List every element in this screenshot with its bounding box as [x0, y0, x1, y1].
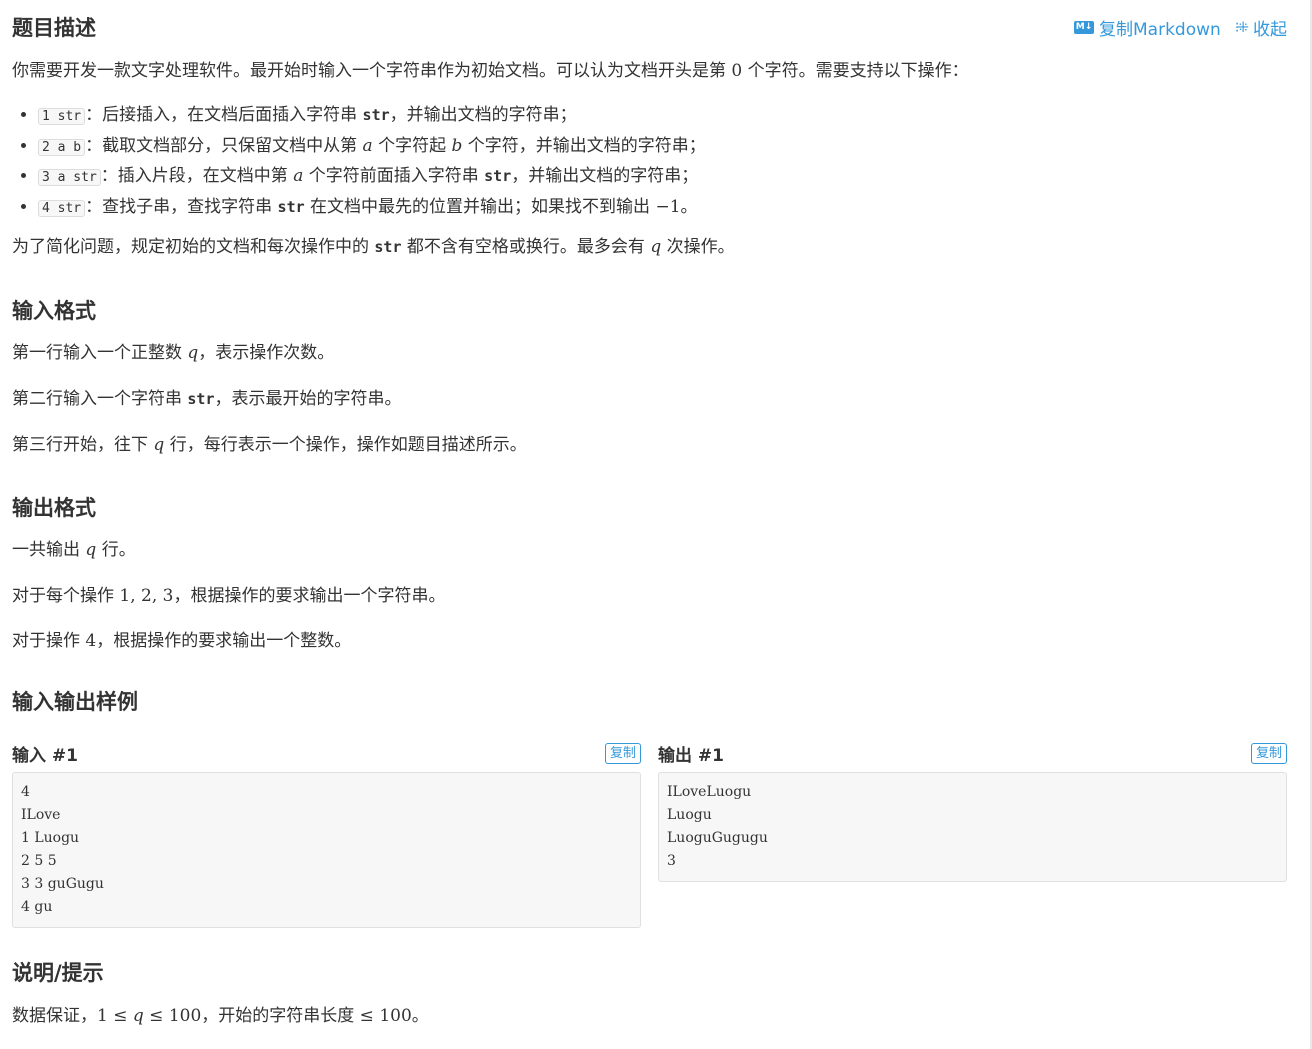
- input-format-title: 输入格式: [12, 299, 96, 323]
- list-item: 3 a str：插入片段，在文档中第 a 个字符前面插入字符串 str，并输出文…: [38, 162, 706, 193]
- sample-input-label: 输入 #1: [12, 745, 78, 766]
- operations-list: 1 str：后接插入，在文档后面插入字符串 str，并输出文档的字符串； 2 a…: [12, 101, 706, 223]
- copy-input-button[interactable]: 复制: [604, 742, 641, 764]
- samples-title: 输入输出样例: [12, 690, 138, 714]
- input-format-line: 第二行输入一个字符串 str，表示最开始的字符串。: [12, 389, 402, 409]
- input-format-line: 第三行开始，往下 q 行，每行表示一个操作，操作如题目描述所示。: [12, 435, 527, 455]
- description-note: 为了简化问题，规定初始的文档和每次操作中的 str 都不含有空格或换行。最多会有…: [12, 237, 735, 257]
- sample-input-box: 4 ILove 1 Luogu 2 5 5 3 3 guGugu 4 gu: [12, 772, 641, 928]
- sample-input-panel: 输入 #1 复制 4 ILove 1 Luogu 2 5 5 3 3 guGug…: [12, 740, 641, 928]
- output-format-line: 对于操作 4，根据操作的要求输出一个整数。: [12, 631, 352, 651]
- markdown-icon: M↓: [1074, 21, 1095, 34]
- sample-output-box: ILoveLuogu Luogu LuoguGugugu 3: [658, 772, 1287, 882]
- input-format-line: 第一行输入一个正整数 q，表示操作次数。: [12, 343, 335, 363]
- copy-output-button[interactable]: 复制: [1250, 742, 1287, 764]
- hint-text: 数据保证，1 ≤ q ≤ 100，开始的字符串长度 ≤ 100。: [12, 1006, 429, 1026]
- output-format-line: 一共输出 q 行。: [12, 540, 136, 560]
- toolbar: M↓ 复制Markdown ⁝⁜ 收起: [1074, 15, 1287, 40]
- output-format-title: 输出格式: [12, 496, 96, 520]
- output-format-line: 对于每个操作 1, 2, 3，根据操作的要求输出一个字符串。: [12, 586, 446, 606]
- sample-output-panel: 输出 #1 复制 ILoveLuogu Luogu LuoguGugugu 3: [658, 740, 1287, 882]
- hint-title: 说明/提示: [12, 961, 104, 985]
- list-item: 2 a b：截取文档部分，只保留文档中从第 a 个字符起 b 个字符，并输出文档…: [38, 132, 706, 163]
- list-item: 4 str：查找子串，查找字符串 str 在文档中最先的位置并输出；如果找不到输…: [38, 193, 706, 224]
- description-intro: 你需要开发一款文字处理软件。最开始时输入一个字符串作为初始文档。可以认为文档开头…: [12, 61, 969, 81]
- sample-input-header: 输入 #1 复制: [12, 740, 641, 766]
- collapse-button[interactable]: ⁝⁜ 收起: [1221, 15, 1287, 41]
- copy-markdown-button[interactable]: M↓ 复制Markdown: [1074, 15, 1221, 40]
- sample-output-label: 输出 #1: [658, 745, 724, 766]
- copy-markdown-label: 复制Markdown: [1099, 20, 1221, 40]
- collapse-label: 收起: [1253, 20, 1287, 40]
- section-header-description: 题目描述 M↓ 复制Markdown ⁝⁜ 收起: [12, 13, 1287, 43]
- list-item: 1 str：后接插入，在文档后面插入字符串 str，并输出文档的字符串；: [38, 101, 706, 132]
- sample-output-header: 输出 #1 复制: [658, 740, 1287, 766]
- collapse-icon: ⁝⁜: [1234, 19, 1249, 36]
